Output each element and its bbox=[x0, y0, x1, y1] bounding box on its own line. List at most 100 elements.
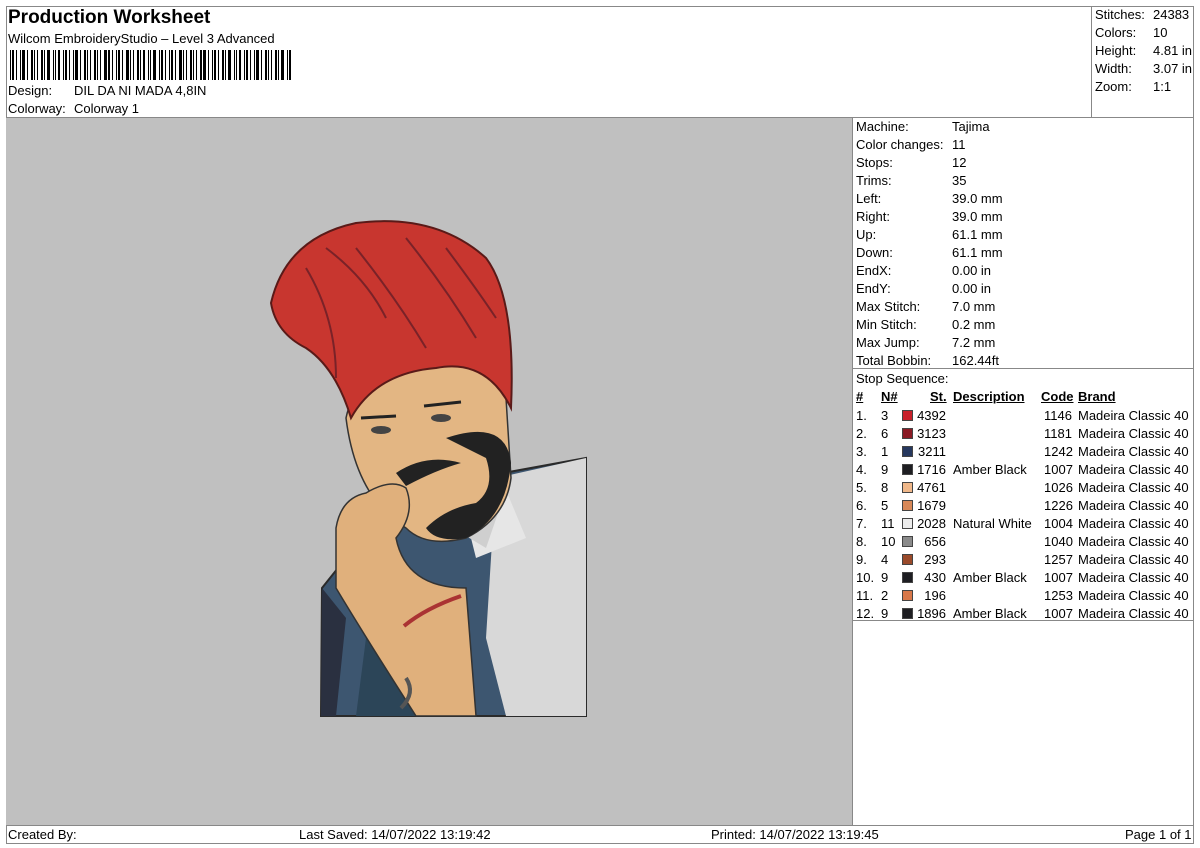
barcode-bar bbox=[20, 50, 21, 80]
machine-info-value: 0.00 in bbox=[952, 281, 992, 296]
thread-code: 1007 bbox=[1044, 570, 1073, 585]
machine-info-value: 35 bbox=[952, 173, 967, 188]
thread-code: 1181 bbox=[1044, 426, 1072, 441]
worksheet-header: Production Worksheet Wilcom EmbroiderySt… bbox=[6, 6, 1092, 118]
barcode-bar bbox=[161, 50, 163, 80]
needle-number: 9 bbox=[881, 462, 889, 477]
machine-info-value: 12 bbox=[952, 155, 967, 170]
barcode-bar bbox=[73, 50, 74, 80]
thread-code: 1007 bbox=[1044, 462, 1073, 477]
machine-info-label: Machine: bbox=[856, 119, 909, 134]
barcode-bar bbox=[212, 50, 213, 80]
barcode-bar bbox=[256, 50, 259, 80]
needle-number: 2 bbox=[881, 588, 889, 603]
machine-info-row: Stops: 12 bbox=[856, 154, 966, 172]
created-by: Created By: bbox=[8, 827, 77, 842]
thread-code: 1004 bbox=[1044, 516, 1073, 531]
barcode-bar bbox=[100, 50, 101, 80]
stop-sequence-title: Stop Sequence: bbox=[856, 371, 949, 386]
machine-info-value: 61.1 mm bbox=[952, 227, 1003, 242]
machine-info-row: EndY: 0.00 in bbox=[856, 280, 991, 298]
barcode-bar bbox=[239, 50, 241, 80]
summary-value: 24383 bbox=[1153, 7, 1190, 22]
barcode-bar bbox=[193, 50, 194, 80]
machine-info-label: Min Stitch: bbox=[856, 317, 917, 332]
barcode-bar bbox=[44, 50, 45, 80]
barcode-bar bbox=[289, 50, 291, 80]
barcode-bar bbox=[16, 50, 17, 80]
last-saved: Last Saved: 14/07/2022 13:19:42 bbox=[299, 827, 491, 842]
col-header-code: Code bbox=[1041, 389, 1074, 404]
thread-brand: Madeira Classic 40 bbox=[1078, 588, 1189, 603]
barcode-bar bbox=[236, 50, 237, 80]
barcode-bar bbox=[65, 50, 67, 80]
needle-number: 11 bbox=[881, 516, 895, 531]
barcode-bar bbox=[171, 50, 173, 80]
barcode-bar bbox=[112, 50, 113, 80]
thread-brand: Madeira Classic 40 bbox=[1078, 426, 1189, 441]
colorway-line: Colorway: Colorway 1 bbox=[8, 101, 139, 116]
thread-description: Amber Black bbox=[953, 570, 1027, 585]
needle-number: 8 bbox=[881, 480, 889, 495]
embroidery-design-image bbox=[269, 220, 587, 717]
barcode-bar bbox=[22, 50, 25, 80]
barcode-bar bbox=[87, 50, 88, 80]
machine-info-label: EndX: bbox=[856, 263, 892, 278]
thread-brand: Madeira Classic 40 bbox=[1078, 498, 1189, 513]
barcode-bar bbox=[218, 50, 219, 80]
thread-color-swatch bbox=[902, 500, 913, 511]
barcode-bar bbox=[97, 50, 98, 80]
barcode-bar bbox=[104, 50, 107, 80]
barcode-bar bbox=[69, 50, 70, 80]
barcode-bar bbox=[250, 50, 251, 80]
col-header-st: St. bbox=[930, 389, 947, 404]
stop-number: 10. bbox=[856, 570, 875, 585]
machine-info-row: Down: 61.1 mm bbox=[856, 244, 1003, 262]
machine-info-value: 39.0 mm bbox=[952, 191, 1003, 206]
barcode-bar bbox=[281, 50, 284, 80]
summary-label: Stitches: bbox=[1095, 7, 1145, 22]
thread-color-swatch bbox=[902, 410, 913, 421]
machine-info-label: Stops: bbox=[856, 155, 893, 170]
barcode-bar bbox=[214, 50, 216, 80]
thread-color-swatch bbox=[902, 446, 913, 457]
thread-code: 1242 bbox=[1044, 444, 1073, 459]
machine-info-row: Up: 61.1 mm bbox=[856, 226, 1003, 244]
barcode-bar bbox=[271, 50, 272, 80]
thread-code: 1040 bbox=[1044, 534, 1073, 549]
barcode-bar bbox=[265, 50, 267, 80]
barcode-bar bbox=[159, 50, 160, 80]
machine-info-value: 7.2 mm bbox=[952, 335, 996, 350]
thread-code: 1026 bbox=[1044, 480, 1073, 495]
thread-color-swatch bbox=[902, 590, 913, 601]
machine-info-row: Machine: Tajima bbox=[856, 118, 990, 136]
barcode-bar bbox=[10, 50, 11, 80]
needle-number: 5 bbox=[881, 498, 889, 513]
summary-height: Height: 4.81 in bbox=[1095, 42, 1192, 60]
machine-info-row: EndX: 0.00 in bbox=[856, 262, 991, 280]
stop-number: 1. bbox=[856, 408, 867, 423]
barcode-bar bbox=[183, 50, 184, 80]
thread-description: Amber Black bbox=[953, 462, 1027, 477]
needle-number: 9 bbox=[881, 570, 889, 585]
barcode-bar bbox=[31, 50, 33, 80]
machine-info-value: 0.2 mm bbox=[952, 317, 996, 332]
page-title: Production Worksheet bbox=[8, 7, 211, 28]
barcode-bar bbox=[122, 50, 123, 80]
barcode-bar bbox=[153, 50, 156, 80]
thread-brand: Madeira Classic 40 bbox=[1078, 534, 1189, 549]
barcode-bar bbox=[94, 50, 96, 80]
barcode-bar bbox=[268, 50, 269, 80]
stop-sequence-row: 8. 10 656 1040 Madeira Classic 40 bbox=[853, 533, 1194, 551]
stop-sequence-row: 3. 1 3211 1242 Madeira Classic 40 bbox=[853, 443, 1194, 461]
machine-info-row: Color changes: 11 bbox=[856, 136, 966, 154]
machine-info-label: Max Stitch: bbox=[856, 299, 921, 314]
thread-code: 1253 bbox=[1044, 588, 1073, 603]
needle-number: 10 bbox=[881, 534, 896, 549]
barcode-bar bbox=[254, 50, 255, 80]
barcode-bar bbox=[186, 50, 187, 80]
barcode-bar bbox=[130, 50, 131, 80]
barcode-bar bbox=[287, 50, 288, 80]
machine-info-label: Color changes: bbox=[856, 137, 944, 152]
machine-info-row: Right: 39.0 mm bbox=[856, 208, 1003, 226]
